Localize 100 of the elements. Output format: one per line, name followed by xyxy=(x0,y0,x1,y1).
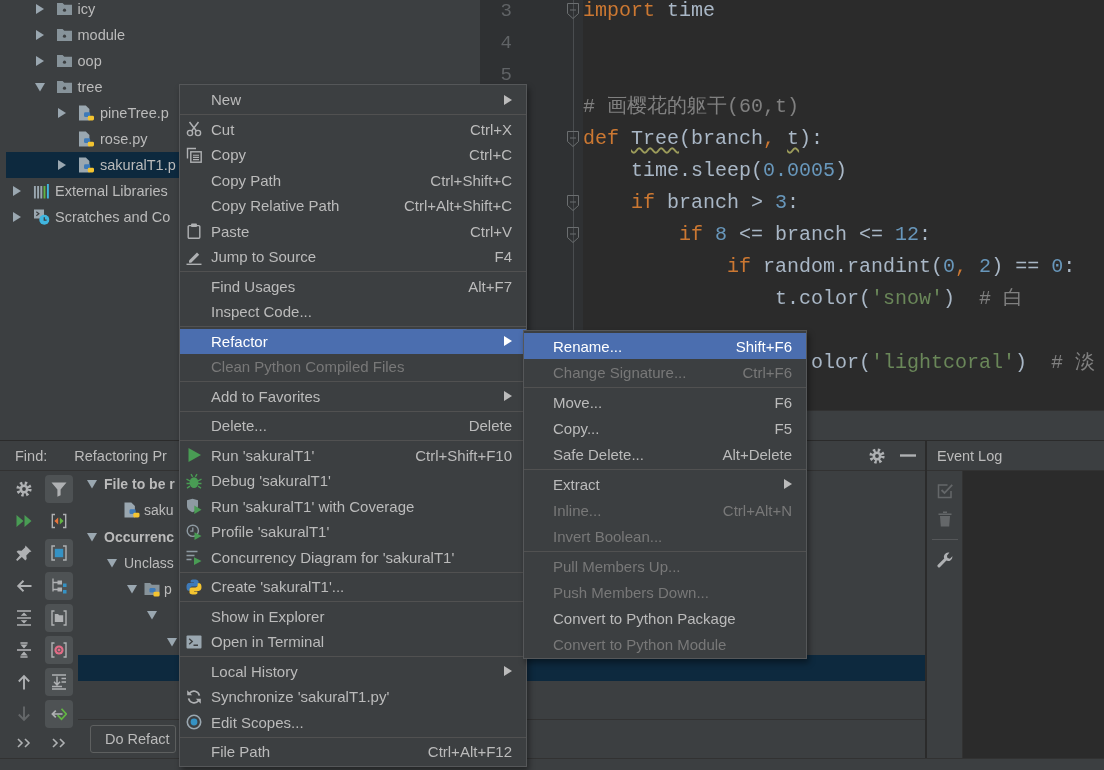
tree-item[interactable]: Occurrenc xyxy=(87,523,175,550)
panel-title: Event Log xyxy=(937,447,1003,464)
tree-item[interactable]: icy xyxy=(6,0,98,22)
tree-item[interactable]: module xyxy=(6,22,128,48)
expand-lines-icon[interactable] xyxy=(16,609,32,626)
menu-item[interactable]: Add to Favorites xyxy=(180,383,526,409)
tree-item[interactable]: oop xyxy=(6,48,104,74)
menu-item[interactable]: Concurrency Diagram for 'sakuralT1' xyxy=(180,544,526,570)
menu-item[interactable]: Cut Ctrl+X xyxy=(180,116,526,142)
caret-down-icon[interactable] xyxy=(147,610,157,621)
menu-item[interactable]: Jump to Source F4 xyxy=(180,244,526,270)
package-folder-icon xyxy=(144,581,160,598)
menu-item[interactable]: Debug 'sakuralT1' xyxy=(180,468,526,494)
menu-item[interactable]: Edit Scopes... xyxy=(180,709,526,735)
wrench-icon[interactable] xyxy=(936,552,953,568)
menu-item[interactable]: Copy Path Ctrl+Shift+C xyxy=(180,167,526,193)
caret-right-icon[interactable] xyxy=(57,108,67,118)
tree-item[interactable]: pineTree.p xyxy=(6,100,171,126)
caret-down-icon[interactable] xyxy=(127,584,137,595)
shortcut-label: Ctrl+Alt+Shift+C xyxy=(404,197,512,215)
shortcut-label: Ctrl+F6 xyxy=(742,363,792,381)
tree-item[interactable]: tree xyxy=(6,74,105,100)
shortcut-label: Alt+F7 xyxy=(468,277,512,295)
python-file-icon xyxy=(78,157,95,173)
arrow-up-icon[interactable] xyxy=(16,674,32,691)
caret-down-icon[interactable] xyxy=(167,636,177,647)
tree-item[interactable]: saku xyxy=(107,497,174,524)
clock-play-icon xyxy=(186,523,202,540)
menu-item[interactable]: Rename... Shift+F6 xyxy=(524,333,806,359)
fold-marker-icon[interactable] xyxy=(567,227,579,243)
toggle-button[interactable] xyxy=(45,603,73,632)
menu-item[interactable]: Copy Relative Path Ctrl+Alt+Shift+C xyxy=(180,193,526,219)
menu-item[interactable]: Find Usages Alt+F7 xyxy=(180,273,526,299)
shortcut-label: Ctrl+C xyxy=(469,146,512,164)
caret-right-icon[interactable] xyxy=(34,30,45,40)
code-line: olor('lightcoral') # 淡 xyxy=(811,352,1096,374)
caret-down-icon[interactable] xyxy=(34,82,45,92)
folder-icon xyxy=(55,53,73,69)
menu-item[interactable]: File Path Ctrl+Alt+F12 xyxy=(180,739,526,765)
menu-item[interactable]: Refactor xyxy=(180,328,526,354)
framed-square-icon xyxy=(51,545,67,562)
tree-item[interactable]: Unclass xyxy=(107,549,174,576)
menu-item[interactable]: Run 'sakuralT1' with Coverage xyxy=(180,493,526,519)
menu-item[interactable]: Extract xyxy=(524,471,806,497)
shield-play-icon xyxy=(186,498,202,515)
toggle-button[interactable] xyxy=(45,635,73,664)
python-file-icon xyxy=(78,105,95,121)
caret-right-icon[interactable] xyxy=(34,4,45,14)
menu-item[interactable]: Delete... Delete xyxy=(180,413,526,439)
shortcut-label: F5 xyxy=(774,419,792,437)
menu-item[interactable]: Inspect Code... xyxy=(180,299,526,325)
collapse-lines-icon[interactable] xyxy=(16,641,32,658)
menu-item[interactable]: Local History xyxy=(180,658,526,684)
tab[interactable]: Refactoring Pr xyxy=(74,447,167,464)
caret-down-icon[interactable] xyxy=(107,557,117,568)
folder-icon xyxy=(55,79,73,95)
tree-item[interactable]: File to be r xyxy=(87,471,175,498)
folder-icon xyxy=(55,27,73,43)
caret-right-icon[interactable] xyxy=(57,160,67,170)
caret-right-icon[interactable] xyxy=(34,56,45,66)
menu-item[interactable]: Copy... F5 xyxy=(524,415,806,441)
caret-right-icon[interactable] xyxy=(12,186,22,196)
settings-icon[interactable] xyxy=(869,447,885,464)
arrow-left-icon[interactable] xyxy=(16,577,32,594)
menu-item[interactable]: Move... F6 xyxy=(524,389,806,415)
menu-item[interactable]: Safe Delete... Alt+Delete xyxy=(524,441,806,467)
toggle-button[interactable] xyxy=(45,668,73,697)
refactor-button[interactable]: Do Refact xyxy=(90,725,177,753)
module-circle-icon xyxy=(51,641,67,658)
toggle-button[interactable] xyxy=(45,571,73,600)
menu-item[interactable]: Paste Ctrl+V xyxy=(180,218,526,244)
menu-item[interactable]: Show in Explorer xyxy=(180,603,526,629)
tree-item[interactable]: External Libraries xyxy=(6,178,170,204)
toggle-button[interactable] xyxy=(45,539,73,568)
menu-item[interactable]: Synchronize 'sakuralT1.py' xyxy=(180,684,526,710)
settings-icon[interactable] xyxy=(16,481,32,497)
toggle-button[interactable] xyxy=(45,700,73,729)
toggle-button[interactable] xyxy=(45,475,73,503)
menu-item[interactable]: New xyxy=(180,87,526,113)
tree-item[interactable]: p xyxy=(127,576,172,603)
fold-marker-icon[interactable] xyxy=(567,195,579,211)
fold-marker-icon[interactable] xyxy=(567,3,579,19)
caret-down-icon[interactable] xyxy=(87,479,97,490)
lines-play-icon xyxy=(186,549,202,566)
caret-down-icon[interactable] xyxy=(87,531,97,542)
menu-item[interactable]: Convert to Python Package xyxy=(524,605,806,631)
folder-icon xyxy=(51,609,67,626)
pin-icon[interactable] xyxy=(16,545,32,562)
tree-item[interactable]: rose.py xyxy=(6,126,150,152)
menu-item[interactable]: Open in Terminal xyxy=(180,629,526,655)
tree-item[interactable]: Scratches and Co xyxy=(6,204,173,230)
menu-item[interactable]: Profile 'sakuralT1' xyxy=(180,519,526,545)
shortcut-label: Ctrl+Alt+N xyxy=(722,501,792,519)
scratch-clock-icon xyxy=(33,209,50,225)
caret-right-icon[interactable] xyxy=(12,212,22,222)
menu-item[interactable]: Run 'sakuralT1' Ctrl+Shift+F10 xyxy=(180,442,526,468)
menu-item[interactable]: Create 'sakuralT1'... xyxy=(180,574,526,600)
bracket-arrows-icon xyxy=(51,513,67,530)
menu-item[interactable]: Copy Ctrl+C xyxy=(180,142,526,168)
fold-marker-icon[interactable] xyxy=(567,131,579,147)
